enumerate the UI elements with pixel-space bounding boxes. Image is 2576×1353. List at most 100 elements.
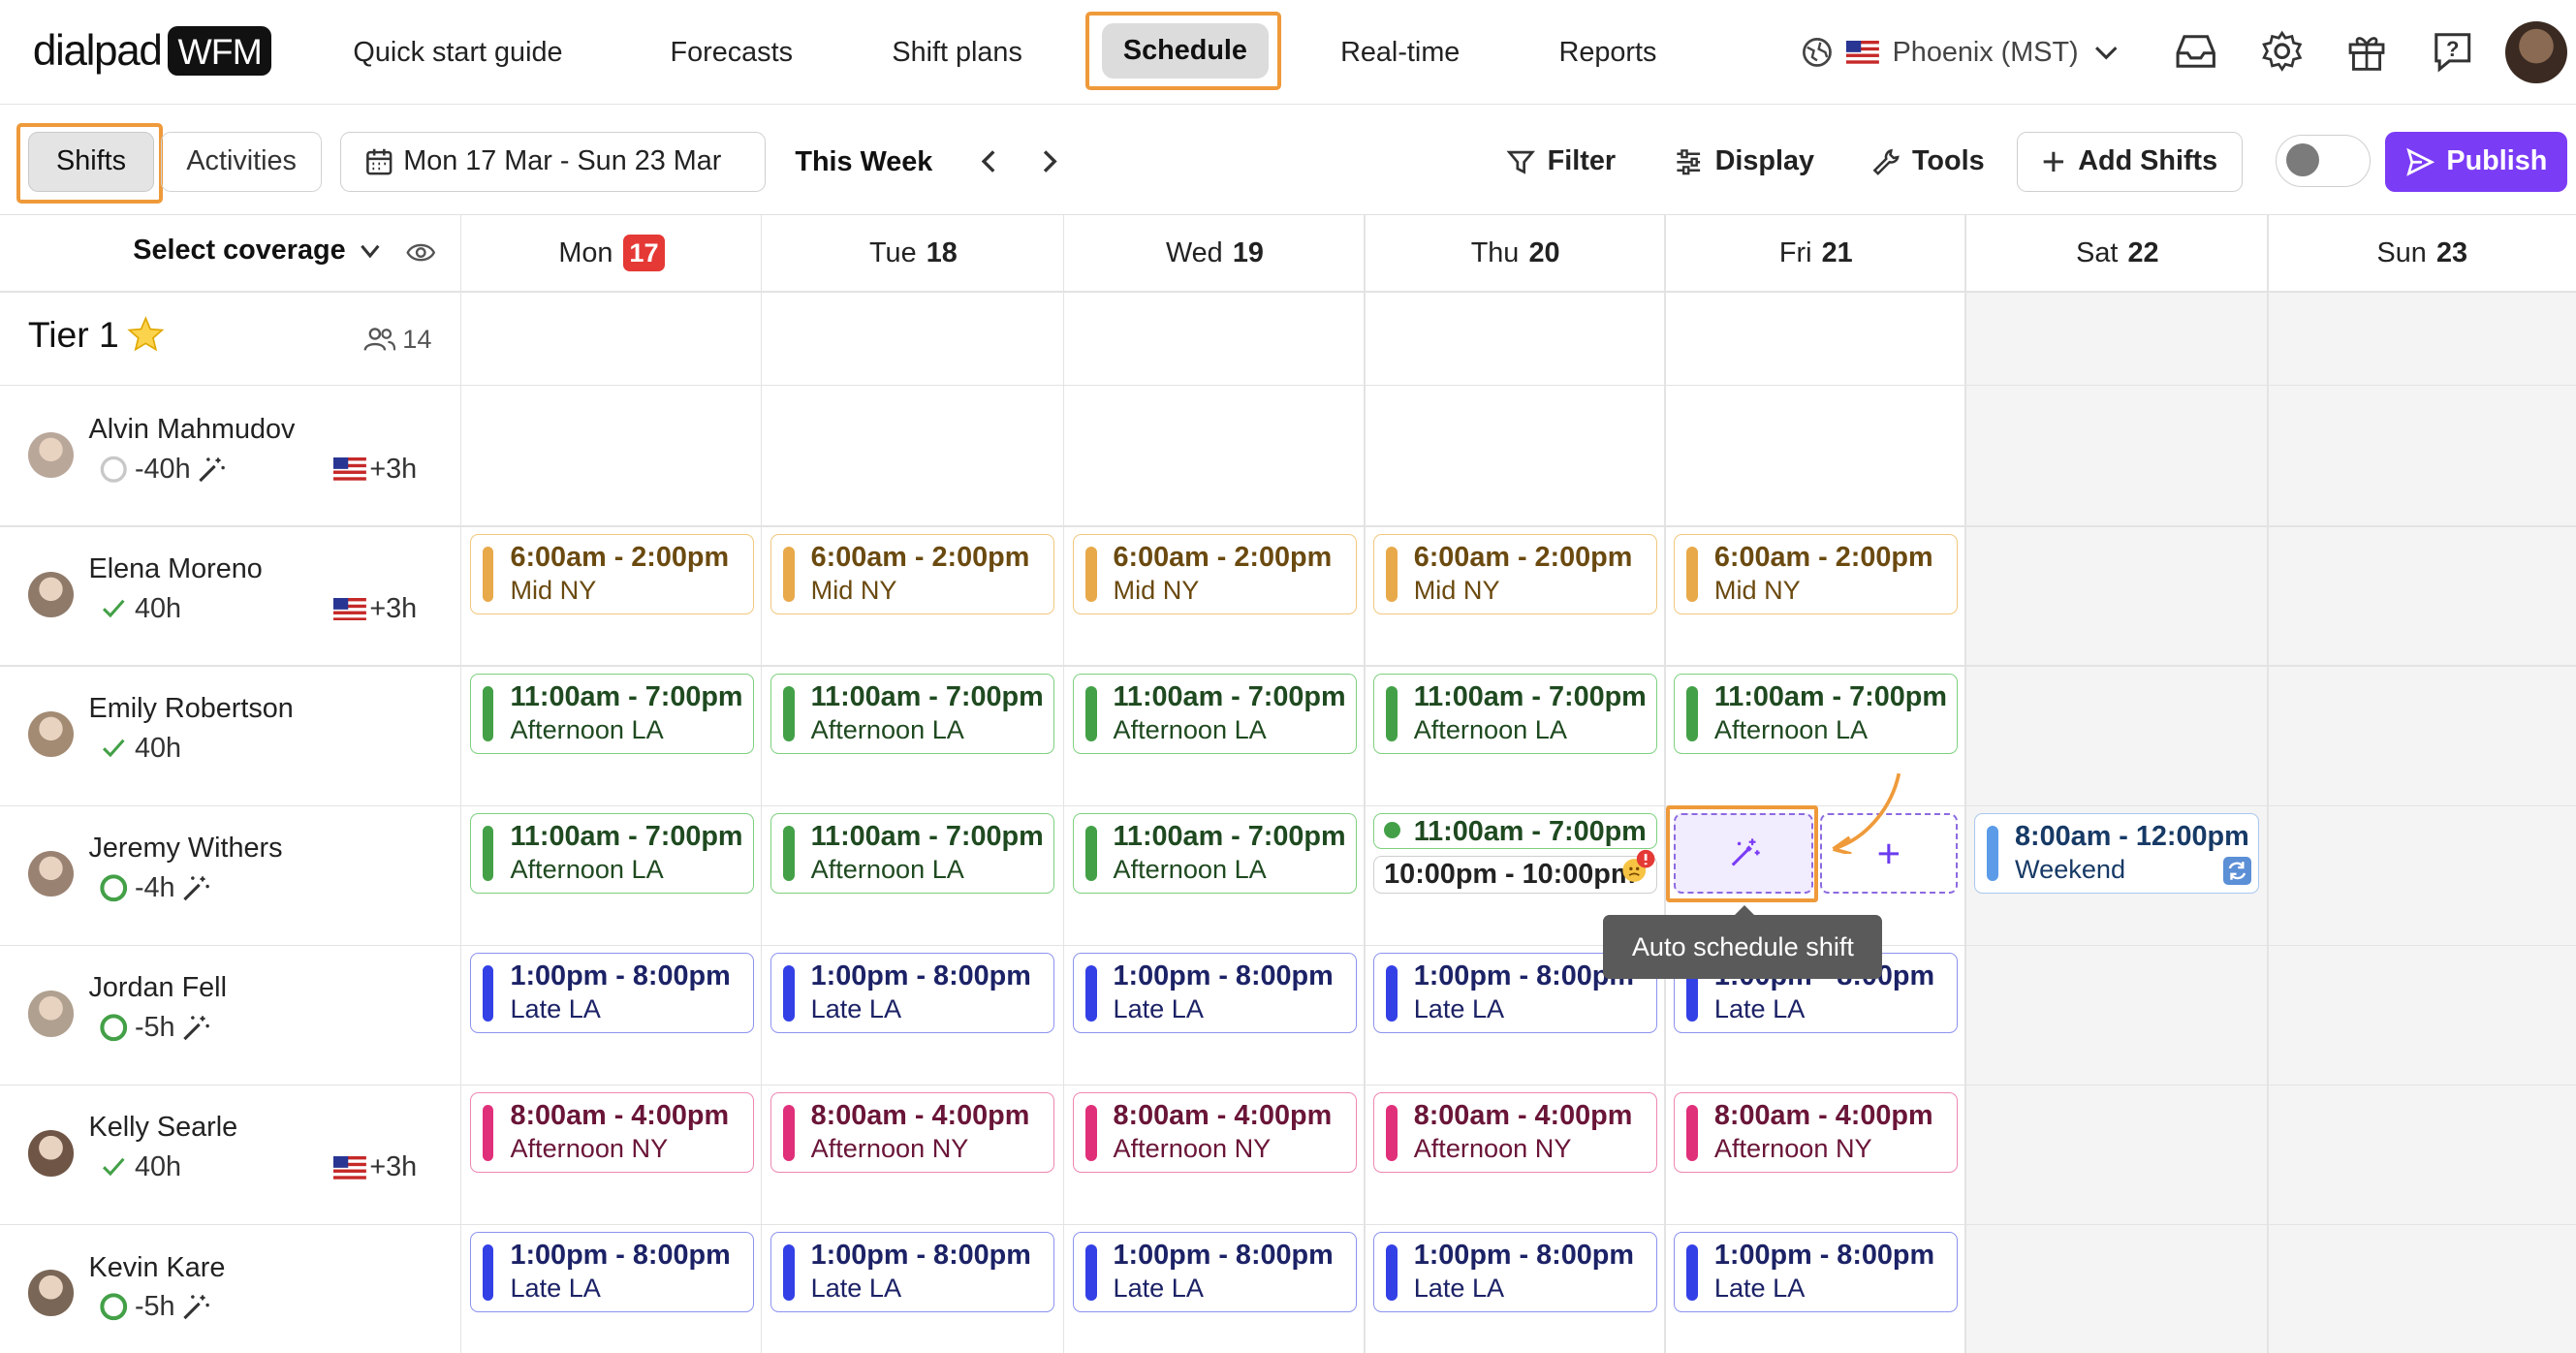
avatar bbox=[27, 710, 75, 758]
shift-time: 11:00am - 7:00pm bbox=[1713, 680, 1947, 712]
employee-row[interactable]: Kelly Searle 40h +3h bbox=[0, 1085, 460, 1222]
employee-hours: 40h bbox=[99, 733, 181, 765]
day-header-thu[interactable]: Thu 20 bbox=[1366, 232, 1666, 274]
shift-block[interactable]: 6:00am - 2:00pm Mid NY bbox=[1072, 533, 1358, 614]
employee-row[interactable]: Elena Moreno 40h +3h bbox=[0, 525, 460, 663]
shift-block[interactable]: 8:00am - 4:00pm Afternoon NY bbox=[469, 1092, 754, 1174]
offset-value: +3h bbox=[369, 592, 418, 624]
inbox-icon[interactable] bbox=[2172, 26, 2221, 76]
nav-reports[interactable]: Reports bbox=[1559, 30, 1657, 76]
dialpad-wfm-logo[interactable]: dialpad WFM bbox=[33, 23, 272, 79]
day-header-mon[interactable]: Mon 17 bbox=[461, 232, 762, 274]
publish-button[interactable]: Publish bbox=[2385, 131, 2568, 193]
shift-block[interactable]: 11:00am - 7:00pm Afternoon LA bbox=[469, 813, 754, 895]
shift-block-mini[interactable]: 11:00am - 7:00pm bbox=[1373, 813, 1658, 850]
shift-block[interactable]: 8:00am - 4:00pm Afternoon NY bbox=[770, 1092, 1055, 1174]
shift-block[interactable]: 11:00am - 7:00pm Afternoon LA bbox=[770, 673, 1055, 754]
day-header-sat[interactable]: Sat 22 bbox=[1966, 232, 2269, 274]
date-range-picker[interactable]: Mon 17 Mar - Sun 23 Mar bbox=[339, 131, 766, 193]
shift-block[interactable]: 11:00am - 7:00pm Afternoon LA bbox=[469, 673, 754, 754]
shift-block[interactable]: 11:00am - 7:00pm Afternoon LA bbox=[770, 813, 1055, 895]
shift-block[interactable]: 6:00am - 2:00pm Mid NY bbox=[1674, 533, 1959, 614]
shift-color-bar bbox=[1385, 685, 1398, 742]
shift-label: Afternoon LA bbox=[1413, 713, 1567, 744]
shift-block[interactable]: 1:00pm - 8:00pmLate LA bbox=[1072, 953, 1358, 1034]
shift-block[interactable]: 1:00pm - 8:00pmLate LA bbox=[1072, 1232, 1358, 1313]
day-number: 21 bbox=[1821, 236, 1853, 268]
shift-block[interactable]: 1:00pm - 8:00pmLate LA bbox=[770, 953, 1055, 1034]
overlapping-shift-block[interactable]: 10:00pm - 10:00pm bbox=[1373, 856, 1658, 895]
auto-schedule-shift-button[interactable] bbox=[1674, 813, 1814, 895]
user-avatar[interactable] bbox=[2504, 21, 2568, 84]
nav-shift-plans[interactable]: Shift plans bbox=[892, 30, 1021, 76]
gift-icon[interactable] bbox=[2342, 26, 2392, 76]
shift-block[interactable]: 11:00am - 7:00pm Afternoon LA bbox=[1674, 673, 1959, 754]
shift-block[interactable]: 8:00am - 4:00pm Afternoon NY bbox=[1373, 1092, 1658, 1174]
eye-icon[interactable] bbox=[406, 239, 436, 272]
filter-button[interactable]: Filter bbox=[1506, 132, 1616, 193]
shift-label: Afternoon LA bbox=[1113, 853, 1267, 884]
shift-label: Weekend bbox=[2015, 853, 2126, 884]
help-icon[interactable]: ? bbox=[2428, 26, 2477, 76]
nav-forecasts[interactable]: Forecasts bbox=[671, 30, 793, 76]
employee-row[interactable]: Kevin Kare -5h bbox=[0, 1224, 460, 1353]
employee-row[interactable]: Jeremy Withers -4h bbox=[0, 805, 460, 943]
tools-label: Tools bbox=[1911, 145, 1985, 177]
view-toggle-switch[interactable] bbox=[2275, 134, 2371, 188]
shift-block[interactable]: 6:00am - 2:00pm Mid NY bbox=[770, 533, 1055, 614]
select-coverage-dropdown[interactable]: Select coverage bbox=[133, 235, 382, 267]
globe-icon bbox=[1802, 38, 1832, 68]
day-header-tue[interactable]: Tue 18 bbox=[762, 232, 1064, 274]
checkmark-icon bbox=[102, 1158, 125, 1177]
shift-block[interactable]: 8:00am - 4:00pm Afternoon NY bbox=[1072, 1092, 1358, 1174]
shift-block[interactable]: 1:00pm - 8:00pmLate LA bbox=[1373, 1232, 1658, 1313]
tier-member-count: 14 bbox=[363, 324, 431, 355]
nav-real-time[interactable]: Real-time bbox=[1340, 30, 1460, 76]
date-range-label: Mon 17 Mar - Sun 23 Mar bbox=[403, 145, 722, 177]
shift-block[interactable]: 1:00pm - 8:00pmLate LA bbox=[1674, 1232, 1959, 1313]
shift-label: Late LA bbox=[1713, 992, 1806, 1023]
hours-value: -4h bbox=[134, 872, 175, 904]
nav-quick-start-guide[interactable]: Quick start guide bbox=[353, 30, 562, 76]
shift-color-bar bbox=[1987, 825, 1999, 882]
shift-color-bar bbox=[782, 825, 795, 882]
sliders-icon bbox=[1677, 148, 1701, 174]
this-week-button[interactable]: This Week bbox=[795, 132, 932, 193]
timezone-selector[interactable]: Phoenix (MST) bbox=[1801, 30, 2121, 76]
day-header-sun[interactable]: Sun 23 bbox=[2269, 232, 2576, 274]
shift-time: 8:00am - 12:00pm bbox=[2015, 820, 2249, 852]
warning-icon[interactable] bbox=[1619, 849, 1655, 885]
add-shifts-button[interactable]: Add Shifts bbox=[2017, 131, 2243, 193]
employee-row[interactable]: Jordan Fell -5h bbox=[0, 945, 460, 1083]
shift-block[interactable]: 11:00am - 7:00pm Afternoon LA bbox=[1373, 673, 1658, 754]
shift-block[interactable]: 1:00pm - 8:00pmLate LA bbox=[469, 953, 754, 1034]
shift-block[interactable]: 1:00pm - 8:00pmLate LA bbox=[469, 1232, 754, 1313]
publish-label: Publish bbox=[2446, 145, 2548, 177]
nav-schedule[interactable]: Schedule bbox=[1102, 22, 1269, 79]
checkmark-icon bbox=[102, 599, 125, 618]
activities-tab[interactable]: Activities bbox=[161, 131, 323, 193]
shift-block[interactable]: 6:00am - 2:00pm Mid NY bbox=[1373, 533, 1658, 614]
settings-gear-icon[interactable] bbox=[2257, 26, 2307, 76]
shift-block[interactable]: 8:00am - 4:00pm Afternoon NY bbox=[1674, 1092, 1959, 1174]
employee-row[interactable]: Alvin Mahmudov -40h +3h bbox=[0, 386, 460, 523]
employee-row[interactable]: Emily Robertson 40h bbox=[0, 665, 460, 802]
previous-week-chevron-left-icon[interactable] bbox=[972, 142, 1005, 178]
shifts-tab[interactable]: Shifts bbox=[27, 131, 155, 193]
shift-block[interactable]: 6:00am - 2:00pm Mid NY bbox=[469, 533, 754, 614]
next-week-chevron-right-icon[interactable] bbox=[1033, 142, 1066, 178]
shift-color-bar bbox=[782, 546, 795, 603]
shift-block[interactable]: 11:00am - 7:00pm Afternoon LA bbox=[1072, 813, 1358, 895]
shift-block[interactable]: 11:00am - 7:00pm Afternoon LA bbox=[1072, 673, 1358, 754]
shift-block[interactable]: 1:00pm - 8:00pmLate LA bbox=[770, 1232, 1055, 1313]
day-header-fri[interactable]: Fri 21 bbox=[1666, 232, 1966, 274]
tools-button[interactable]: Tools bbox=[1871, 132, 1985, 193]
hours-value: -40h bbox=[134, 453, 191, 485]
display-button[interactable]: Display bbox=[1674, 132, 1814, 193]
shift-label: Late LA bbox=[810, 1272, 902, 1303]
employee-hours: -40h bbox=[99, 454, 227, 486]
shift-block[interactable]: 8:00am - 12:00pm Weekend bbox=[1974, 813, 2259, 895]
day-header-wed[interactable]: Wed 19 bbox=[1064, 232, 1365, 274]
shift-color-bar bbox=[1385, 1105, 1398, 1161]
hours-value: -5h bbox=[134, 1291, 175, 1323]
